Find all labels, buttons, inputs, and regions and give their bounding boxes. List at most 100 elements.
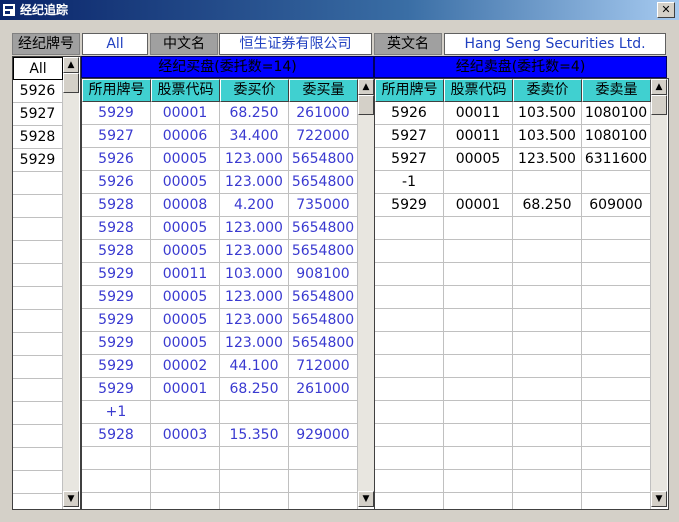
cell-qty: 929000 <box>289 424 358 447</box>
list-item[interactable]: 5928 <box>13 126 63 149</box>
list-item <box>13 448 63 471</box>
buy-scrollbar[interactable]: ▲ ▼ <box>358 79 374 507</box>
cell-qty: 5654800 <box>289 286 358 309</box>
english-name-field[interactable]: Hang Seng Securities Ltd. <box>444 33 666 55</box>
cell-broker: 5927 <box>375 125 444 148</box>
scroll-down-button[interactable]: ▼ <box>63 491 79 507</box>
cell-price: 103.000 <box>220 263 289 286</box>
sell-col-broker[interactable]: 所用牌号 <box>375 79 444 102</box>
broker-list[interactable]: All 5926 5927 5928 5929 ▲ ▼ <box>12 56 81 510</box>
cell-broker: -1 <box>375 171 444 194</box>
cell-price: 103.500 <box>513 125 582 148</box>
scroll-up-button[interactable]: ▲ <box>651 79 667 95</box>
chinese-name-field[interactable]: 恒生证券有限公司 <box>219 33 372 55</box>
broker-all-item[interactable]: All <box>13 57 63 80</box>
list-item <box>13 287 63 310</box>
cell-price: 34.400 <box>220 125 289 148</box>
broker-item[interactable]: 5926 <box>13 80 63 103</box>
cell-price: 44.100 <box>220 355 289 378</box>
broker-filter-field[interactable]: All <box>82 33 148 55</box>
list-item[interactable]: All <box>13 57 63 80</box>
broker-item[interactable]: 5929 <box>13 149 63 172</box>
scroll-thumb[interactable] <box>651 95 667 115</box>
cell-broker: 5929 <box>82 286 151 309</box>
broker-item[interactable]: 5927 <box>13 103 63 126</box>
cell-code: 00005 <box>151 309 220 332</box>
cell-qty: 261000 <box>289 102 358 125</box>
sell-scrollbar[interactable]: ▲ ▼ <box>651 79 667 507</box>
cell-qty: 1080100 <box>582 102 651 125</box>
cell-code: 00005 <box>151 286 220 309</box>
cell-code: 00008 <box>151 194 220 217</box>
cell-broker: 5929 <box>82 378 151 401</box>
cell-qty: 908100 <box>289 263 358 286</box>
chinese-name-label: 中文名 <box>150 33 218 55</box>
cell-code: 00005 <box>151 332 220 355</box>
cell-price: 68.250 <box>513 194 582 217</box>
cell-price: 123.000 <box>220 332 289 355</box>
cell-code: 00011 <box>151 263 220 286</box>
sell-col-code[interactable]: 股票代码 <box>444 79 513 102</box>
cell-broker: 5928 <box>82 194 151 217</box>
scroll-down-button[interactable]: ▼ <box>651 491 667 507</box>
cell-price: 103.500 <box>513 102 582 125</box>
cell-qty: 712000 <box>289 355 358 378</box>
cell-qty: 261000 <box>289 378 358 401</box>
list-item <box>13 333 63 356</box>
cell-price: 4.200 <box>220 194 289 217</box>
cell-code: 00005 <box>151 171 220 194</box>
buy-orders-grid[interactable]: 所用牌号 股票代码 委买价 委买量 5929 00001 68.250 261000 … <box>81 78 376 510</box>
scroll-up-button[interactable]: ▲ <box>63 57 79 73</box>
cell-broker: 5928 <box>82 424 151 447</box>
list-item[interactable]: 5929 <box>13 149 63 172</box>
cell-qty: 5654800 <box>289 217 358 240</box>
cell-price: 123.000 <box>220 240 289 263</box>
close-button[interactable]: ✕ <box>657 2 675 18</box>
cell-code: 00005 <box>444 148 513 171</box>
cell-qty: 735000 <box>289 194 358 217</box>
scroll-thumb[interactable] <box>63 73 79 93</box>
buy-col-broker[interactable]: 所用牌号 <box>82 79 151 102</box>
sell-col-price[interactable]: 委卖价 <box>513 79 582 102</box>
list-item <box>13 356 63 379</box>
cell-broker: 5928 <box>82 217 151 240</box>
cell-qty: 6311600 <box>582 148 651 171</box>
cell-qty: 5654800 <box>289 309 358 332</box>
buy-col-code[interactable]: 股票代码 <box>151 79 220 102</box>
scroll-thumb[interactable] <box>358 95 374 115</box>
buy-col-qty[interactable]: 委买量 <box>289 79 358 102</box>
scroll-down-button[interactable]: ▼ <box>358 491 374 507</box>
list-item[interactable]: 5927 <box>13 103 63 126</box>
cell-broker: 5927 <box>82 125 151 148</box>
cell-code: 00005 <box>151 148 220 171</box>
cell-code: 00011 <box>444 125 513 148</box>
list-item <box>13 425 63 448</box>
cell-code <box>444 171 513 194</box>
sell-band-title: 经纪卖盘(委托数=4) <box>374 56 667 78</box>
cell-code: 00006 <box>151 125 220 148</box>
cell-price <box>513 171 582 194</box>
cell-code: 00003 <box>151 424 220 447</box>
cell-qty: 5654800 <box>289 240 358 263</box>
list-item <box>13 494 63 509</box>
sell-col-qty[interactable]: 委卖量 <box>582 79 651 102</box>
list-item <box>13 218 63 241</box>
cell-broker: 5929 <box>82 102 151 125</box>
english-name-label: 英文名 <box>374 33 442 55</box>
broker-item[interactable]: 5928 <box>13 126 63 149</box>
app-icon <box>3 4 15 16</box>
list-item <box>13 471 63 494</box>
cell-qty: 5654800 <box>289 171 358 194</box>
list-item[interactable]: 5926 <box>13 80 63 103</box>
cell-code: 00002 <box>151 355 220 378</box>
sell-orders-grid[interactable]: 所用牌号 股票代码 委卖价 委卖量 5926 00011 103.500 108010… <box>374 78 669 510</box>
broker-scrollbar[interactable]: ▲ ▼ <box>63 57 79 507</box>
cell-code <box>151 401 220 424</box>
buy-col-price[interactable]: 委买价 <box>220 79 289 102</box>
cell-code: 00001 <box>151 102 220 125</box>
scroll-up-button[interactable]: ▲ <box>358 79 374 95</box>
cell-price: 123.000 <box>220 309 289 332</box>
cell-code: 00001 <box>444 194 513 217</box>
cell-price: 123.000 <box>220 217 289 240</box>
cell-code: 00011 <box>444 102 513 125</box>
